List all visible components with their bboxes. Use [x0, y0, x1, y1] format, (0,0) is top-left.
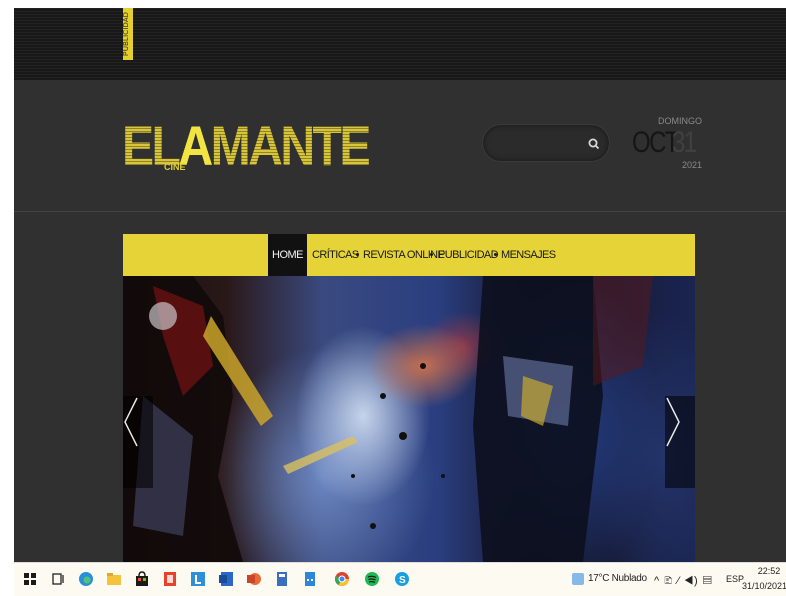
hero-figures	[123, 276, 653, 562]
file-explorer-icon[interactable]	[106, 571, 122, 587]
hero-slider-image[interactable]	[123, 276, 695, 562]
nav-publicidad[interactable]: PUBLICIDAD	[438, 234, 499, 276]
powerpoint-icon[interactable]	[246, 571, 262, 587]
nav-separator	[494, 253, 497, 256]
system-tray[interactable]: ^ 🗈 ⁄ ◀) ▤	[654, 572, 713, 591]
nav-separator	[356, 253, 359, 256]
nav-home[interactable]: HOME	[268, 234, 307, 276]
top-ad-band: PUBLICIDAD	[14, 8, 786, 80]
search-box[interactable]	[482, 124, 610, 162]
logo-wordmark: ELAMANTE	[122, 114, 369, 177]
word-icon[interactable]	[218, 571, 234, 587]
calculator-icon[interactable]	[274, 571, 290, 587]
chrome-icon[interactable]	[334, 571, 350, 587]
ad-tag-label: PUBLICIDAD	[123, 11, 130, 56]
chevron-right-icon	[666, 397, 680, 447]
site-header: ELAMANTE CINE DOMINGO OCT 31 2021	[14, 80, 786, 212]
site-logo[interactable]: ELAMANTE CINE	[122, 116, 337, 176]
nav-separator	[430, 253, 433, 256]
date-display: DOMINGO OCT 31 2021	[632, 116, 702, 176]
slider-prev-button[interactable]	[123, 396, 153, 488]
logo-subtitle: CINE	[164, 162, 186, 172]
slider-next-button[interactable]	[665, 396, 695, 488]
svg-text:S: S	[399, 575, 406, 586]
office-icon[interactable]	[162, 571, 178, 587]
store-icon[interactable]	[134, 571, 150, 587]
task-view-icon[interactable]	[50, 571, 66, 587]
spotify-icon[interactable]	[364, 571, 380, 587]
date-year: 2021	[681, 160, 702, 170]
browser-viewport: PUBLICIDAD ELAMANTE CINE DOMINGO OCT 31 …	[14, 8, 786, 562]
nav-mensajes[interactable]: MENSAJES	[501, 234, 556, 276]
date-month: OCT	[632, 126, 679, 159]
chevron-left-icon	[124, 397, 138, 447]
search-input[interactable]	[497, 135, 577, 153]
ad-tag[interactable]: PUBLICIDAD	[123, 8, 133, 60]
clock-date[interactable]: 31/10/2021	[742, 581, 786, 591]
lexicon-icon[interactable]	[190, 571, 206, 587]
windows-taskbar: S 17°C Nublado ^ 🗈 ⁄ ◀) ▤ ESP 22:52 31/1…	[14, 562, 786, 596]
weather-text[interactable]: 17°C Nublado	[588, 573, 647, 584]
nav-criticas[interactable]: CRÍTICAS	[312, 234, 359, 276]
weather-icon[interactable]	[572, 573, 584, 585]
clock-time[interactable]: 22:52	[754, 566, 784, 576]
calculator2-icon[interactable]	[302, 571, 318, 587]
skype-icon[interactable]: S	[394, 571, 410, 587]
date-number: 31	[672, 126, 697, 159]
main-nav: HOME CRÍTICAS REVISTA ONLINE PUBLICIDAD …	[123, 234, 695, 276]
date-day: DOMINGO	[658, 116, 702, 126]
search-icon[interactable]	[587, 137, 601, 151]
windows-start-icon[interactable]	[22, 571, 38, 587]
edge-icon[interactable]	[78, 571, 94, 587]
